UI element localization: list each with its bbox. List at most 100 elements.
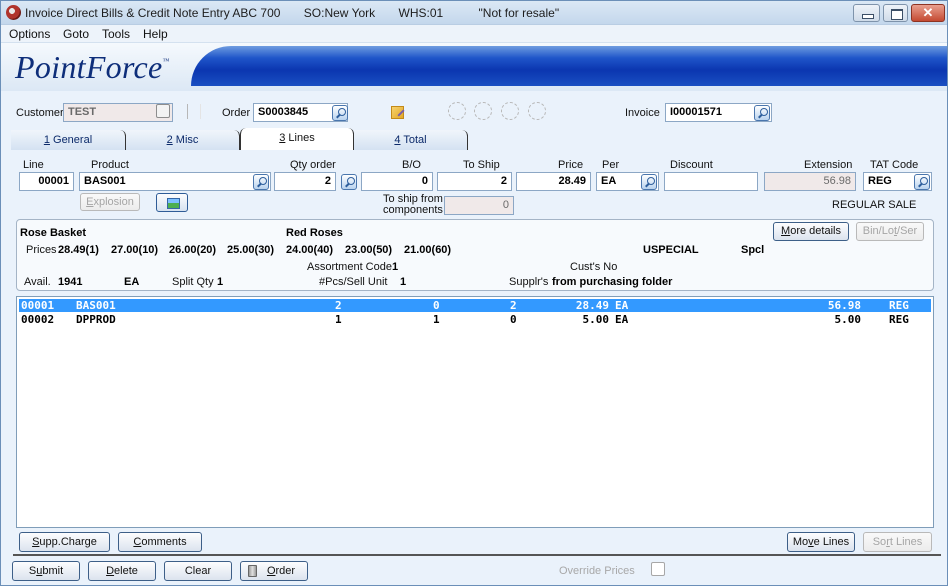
line-field[interactable]: 00001 — [19, 172, 74, 191]
to-ship-from-components-field: 0 — [444, 196, 514, 215]
split-qty-value: 1 — [217, 276, 224, 288]
tab-lines[interactable]: 3 Lines — [240, 128, 354, 150]
order-lookup-icon[interactable] — [332, 105, 348, 121]
banner-wave — [191, 46, 947, 86]
cell-price: 28.49 — [575, 299, 609, 312]
menu-help[interactable]: Help — [143, 27, 168, 41]
price-break-6: 23.00(50) — [345, 244, 393, 256]
price-field[interactable]: 28.49 — [516, 172, 591, 191]
product-variant: Red Roses — [286, 227, 343, 239]
prices-label: Prices — [26, 244, 57, 256]
bo-field[interactable]: 0 — [361, 172, 433, 191]
note-icon[interactable] — [391, 106, 404, 119]
tat-description: REGULAR SALE — [832, 199, 917, 211]
cell-price: 5.00 — [582, 313, 610, 326]
clear-button[interactable]: Clear — [164, 561, 232, 581]
pcs-sell-unit-value: 1 — [400, 276, 407, 288]
qty-lookup-icon[interactable] — [341, 174, 357, 190]
price-label: Price — [558, 159, 584, 171]
comments-button[interactable]: Comments — [118, 532, 202, 552]
footer-separator — [13, 554, 941, 556]
price-break-4: 25.00(30) — [227, 244, 275, 256]
bin-lot-ser-button[interactable]: Bin/Lot/Ser — [856, 222, 924, 241]
tab-total[interactable]: 4 Total — [354, 130, 468, 150]
qty-order-label: Qty order — [290, 159, 336, 171]
product-field[interactable]: BAS001 — [79, 172, 271, 191]
title-bar: Invoice Direct Bills & Credit Note Entry… — [1, 1, 947, 25]
override-prices-checkbox[interactable] — [651, 562, 665, 576]
cell-product: DPPROD — [76, 313, 116, 326]
window-title-text: Invoice Direct Bills & Credit Note Entry… — [25, 6, 281, 20]
minimize-button[interactable] — [853, 4, 880, 22]
menu-options[interactable]: Options — [9, 27, 50, 41]
menu-bar: Options Goto Tools Help — [1, 25, 947, 43]
avail-label: Avail. — [24, 276, 51, 288]
special-short: Spcl — [741, 244, 765, 256]
cell-line: 00001 — [21, 299, 55, 312]
to-ship-from-components-label: To ship from components — [383, 193, 443, 216]
bo-label: B/O — [402, 159, 421, 171]
maximize-button[interactable] — [883, 4, 908, 22]
avail-unit: EA — [124, 276, 140, 288]
price-break-7: 21.00(60) — [404, 244, 452, 256]
cell-bo: 0 — [433, 299, 440, 312]
explosion-button[interactable]: Explosion — [80, 193, 140, 211]
move-lines-button[interactable]: Move Lines — [787, 532, 855, 552]
order-label: Order — [222, 107, 251, 119]
cell-unit: EA — [615, 299, 629, 312]
price-break-5: 24.00(40) — [286, 244, 334, 256]
supp-charge-button[interactable]: Supp.Charge — [19, 532, 110, 552]
cell-tat: REG — [889, 299, 909, 312]
to-ship-field[interactable]: 2 — [437, 172, 512, 191]
delete-button[interactable]: Delete — [88, 561, 156, 581]
extension-field: 56.98 — [764, 172, 856, 191]
cell-ship: 0 — [510, 313, 517, 326]
qty-order-field[interactable]: 2 — [274, 172, 336, 191]
price-break-3: 26.00(20) — [169, 244, 217, 256]
warehouse: WHS:01 — [398, 6, 444, 20]
app-icon — [6, 5, 21, 20]
product-lookup-icon[interactable] — [253, 174, 269, 190]
discount-field[interactable] — [664, 172, 758, 191]
assortment-label: Assortment Code — [307, 261, 392, 273]
trash-icon — [248, 565, 257, 577]
special-code: USPECIAL — [643, 244, 699, 256]
line-label: Line — [23, 159, 44, 171]
submit-button[interactable]: Submit — [12, 561, 80, 581]
avail-value: 1941 — [58, 276, 83, 288]
split-qty-label: Split Qty — [172, 276, 214, 288]
menu-goto[interactable]: Goto — [63, 27, 89, 41]
price-break-1: 28.49(1) — [58, 244, 99, 256]
product-name: Rose Basket — [20, 227, 87, 239]
more-details-button[interactable]: More details — [773, 222, 849, 241]
product-label: Product — [91, 159, 129, 171]
supplier-value: from purchasing folder — [552, 276, 673, 288]
cell-extension: 5.00 — [834, 313, 862, 326]
tat-lookup-icon[interactable] — [914, 174, 930, 190]
customer-flag — [187, 104, 201, 119]
pcs-sell-unit-label: #Pcs/Sell Unit — [319, 276, 388, 288]
status-circle-icon — [528, 102, 546, 120]
resale-notice: "Not for resale" — [478, 6, 560, 20]
product-image-button[interactable] — [156, 193, 188, 212]
order-button[interactable]: Order — [240, 561, 308, 581]
status-circle-icon — [474, 102, 492, 120]
cell-qty: 2 — [335, 299, 342, 312]
table-row[interactable]: 00002 DPPROD 1 1 0 5.00 EA 5.00 REG — [19, 313, 931, 326]
cell-unit: EA — [615, 313, 629, 326]
close-button[interactable] — [911, 4, 945, 22]
tab-general[interactable]: 1 General — [11, 130, 126, 150]
table-row[interactable]: 00001 BAS001 2 0 2 28.49 EA 56.98 REG — [19, 299, 931, 312]
sort-lines-button[interactable]: Sort Lines — [863, 532, 932, 552]
invoice-lookup-icon[interactable] — [754, 105, 770, 121]
customer-lookup-box[interactable] — [156, 104, 170, 118]
menu-tools[interactable]: Tools — [102, 27, 130, 41]
tab-misc[interactable]: 2 Misc — [126, 130, 240, 150]
per-lookup-icon[interactable] — [641, 174, 657, 190]
cell-line: 00002 — [21, 313, 55, 326]
cell-ship: 2 — [510, 299, 517, 312]
per-label: Per — [602, 159, 620, 171]
status-circle-icon — [501, 102, 519, 120]
invoice-label: Invoice — [625, 107, 660, 119]
supplier-label: Supplr's — [509, 276, 549, 288]
